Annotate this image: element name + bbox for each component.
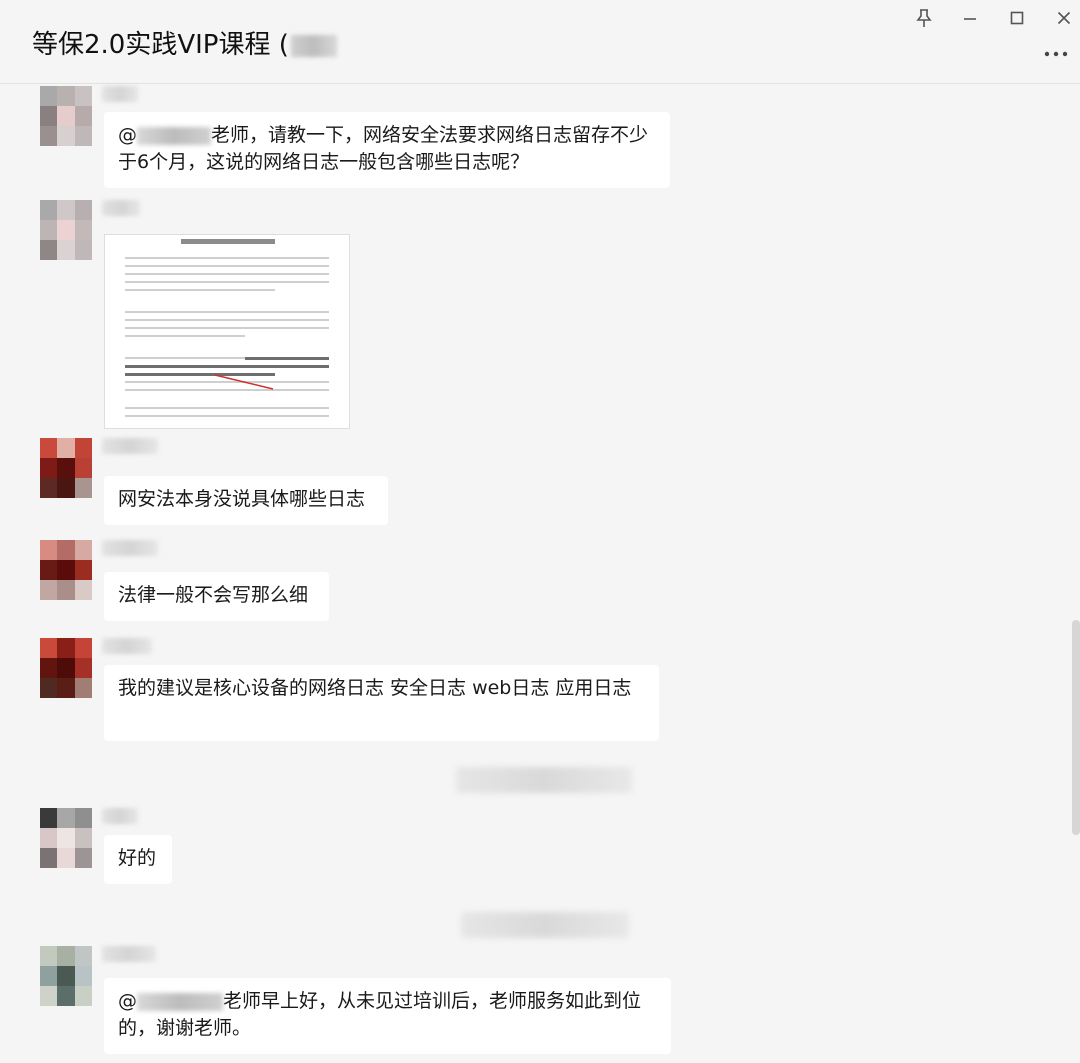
avatar[interactable] <box>40 438 92 498</box>
maximize-icon <box>1010 11 1024 25</box>
message-bubble[interactable]: 网安法本身没说具体哪些日志 <box>104 476 388 525</box>
scrollbar-thumb[interactable] <box>1072 620 1080 835</box>
maximize-button[interactable] <box>1005 6 1029 30</box>
sender-name <box>102 946 156 962</box>
system-notice <box>461 912 629 938</box>
redacted-title-part <box>290 34 337 57</box>
message-bubble[interactable]: 好的 <box>104 835 172 884</box>
chat-title-text: 等保2.0实践VIP课程 ( <box>32 30 289 60</box>
message-bubble[interactable]: @ 老师早上好，从未见过培训后，老师服务如此到位的，谢谢老师。 <box>104 978 671 1054</box>
sender-name <box>102 86 138 102</box>
close-button[interactable] <box>1052 6 1076 30</box>
system-notice <box>456 767 632 793</box>
sender-name <box>102 438 158 454</box>
pin-icon <box>916 9 932 27</box>
avatar[interactable] <box>40 638 92 698</box>
message-text: 好的 <box>118 847 157 869</box>
message-text: 网安法本身没说具体哪些日志 <box>118 488 366 510</box>
mention-symbol: @ <box>118 990 137 1012</box>
close-icon <box>1057 11 1071 25</box>
sender-name <box>102 808 138 824</box>
message-bubble[interactable]: @ 老师，请教一下，网络安全法要求网络日志留存不少于6个月，这说的网络日志一般包含… <box>104 112 670 188</box>
minimize-icon <box>964 18 976 20</box>
avatar[interactable] <box>40 200 92 260</box>
message-bubble[interactable]: 我的建议是核心设备的网络日志 安全日志 web日志 应用日志 <box>104 665 659 741</box>
avatar[interactable] <box>40 540 92 600</box>
more-button[interactable] <box>1042 44 1070 64</box>
minimize-button[interactable] <box>958 6 982 30</box>
sender-name <box>102 540 158 556</box>
sender-name <box>102 638 152 654</box>
avatar[interactable] <box>40 946 92 1006</box>
avatar[interactable] <box>40 808 92 868</box>
message-bubble[interactable]: 法律一般不会写那么细 <box>104 572 329 621</box>
message-text: 法律一般不会写那么细 <box>118 584 309 606</box>
redacted-mention <box>137 126 211 145</box>
mention-symbol: @ <box>118 124 137 146</box>
redacted-mention <box>137 992 223 1011</box>
sender-name <box>102 200 140 216</box>
message-text: 我的建议是核心设备的网络日志 安全日志 web日志 应用日志 <box>118 677 632 699</box>
pin-button[interactable] <box>912 6 936 30</box>
document-image-icon <box>105 235 349 428</box>
more-icon <box>1044 51 1068 57</box>
image-message[interactable] <box>104 234 350 429</box>
chat-header: 等保2.0实践VIP课程 ( <box>0 0 1080 84</box>
chat-title: 等保2.0实践VIP课程 ( <box>32 24 337 61</box>
avatar[interactable] <box>40 86 92 146</box>
